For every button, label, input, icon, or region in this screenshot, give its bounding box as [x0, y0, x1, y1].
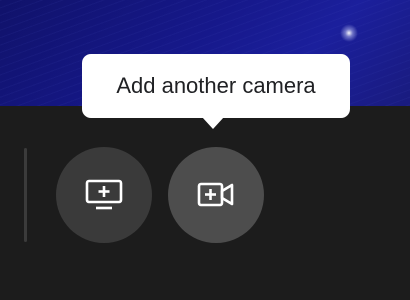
- tooltip-text: Add another camera: [116, 73, 316, 98]
- add-camera-icon: [197, 182, 234, 207]
- toolbar-divider: [24, 148, 27, 242]
- tooltip: Add another camera: [82, 54, 350, 118]
- light-sparkle: [340, 24, 358, 42]
- add-screen-icon: [85, 179, 123, 210]
- add-camera-button[interactable]: [168, 147, 264, 243]
- tooltip-arrow: [202, 117, 224, 129]
- add-screen-button[interactable]: [56, 147, 152, 243]
